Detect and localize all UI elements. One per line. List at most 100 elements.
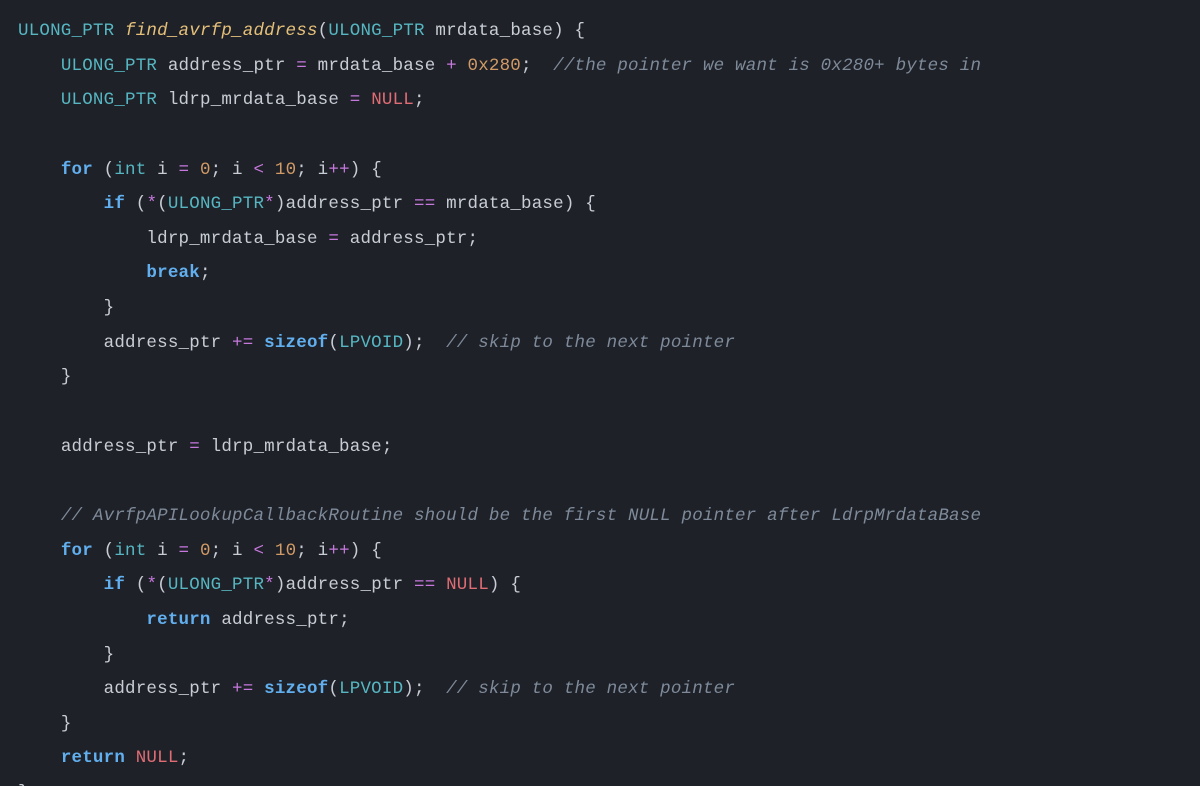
code-token: ;	[200, 263, 211, 283]
indent	[18, 437, 61, 457]
code-token: NULL	[446, 575, 489, 595]
indent	[18, 56, 61, 76]
indent	[18, 748, 61, 768]
code-line: return NULL;	[18, 748, 189, 768]
code-token: ==	[414, 575, 435, 595]
code-token: )	[275, 575, 286, 595]
code-token: ULONG_PTR	[61, 56, 157, 76]
code-token: ;	[382, 437, 393, 457]
code-snippet: ULONG_PTR find_avrfp_address(ULONG_PTR m…	[0, 0, 1200, 786]
code-token: address_ptr	[286, 194, 414, 214]
indent	[18, 541, 61, 561]
indent	[18, 610, 146, 630]
code-token: ;	[179, 748, 190, 768]
code-token: ++	[328, 541, 349, 561]
code-token: +=	[232, 333, 253, 353]
code-token: return	[146, 610, 210, 630]
code-token: =	[189, 437, 200, 457]
code-line: return address_ptr;	[18, 610, 350, 630]
code-token	[264, 160, 275, 180]
code-token: ULONG_PTR	[168, 194, 264, 214]
indent	[18, 367, 61, 387]
code-token: )	[403, 333, 414, 353]
code-line: }	[18, 714, 72, 734]
code-token: {	[361, 541, 382, 561]
code-line: if (*(ULONG_PTR*)address_ptr == NULL) {	[18, 575, 521, 595]
code-token: 10	[275, 160, 296, 180]
indent	[18, 160, 61, 180]
code-token: ;	[467, 229, 478, 249]
code-token: i	[307, 541, 328, 561]
code-token: +=	[232, 679, 253, 699]
indent	[18, 645, 104, 665]
indent	[18, 679, 104, 699]
code-token: ldrp_mrdata_base	[157, 90, 350, 110]
code-token: ;	[414, 679, 425, 699]
code-token: return	[61, 748, 125, 768]
code-token: )	[350, 541, 361, 561]
indent	[18, 714, 61, 734]
code-token	[457, 56, 468, 76]
code-token: (	[157, 194, 168, 214]
code-token: mrdata_base	[435, 194, 563, 214]
code-token: NULL	[371, 90, 414, 110]
code-token: (	[93, 541, 114, 561]
code-token: ULONG_PTR	[328, 21, 424, 41]
indent	[18, 90, 61, 110]
code-token: find_avrfp_address	[125, 21, 318, 41]
code-token: (	[93, 160, 114, 180]
code-token: // skip to the next pointer	[446, 679, 735, 699]
code-line: ldrp_mrdata_base = address_ptr;	[18, 229, 478, 249]
code-token: i	[146, 160, 178, 180]
indent	[18, 333, 104, 353]
code-token: =	[350, 90, 361, 110]
code-token: NULL	[136, 748, 179, 768]
code-token: mrdata_base	[425, 21, 553, 41]
indent	[18, 263, 146, 283]
code-token	[253, 333, 264, 353]
code-token: *	[264, 194, 275, 214]
code-token: ;	[211, 541, 222, 561]
code-line: address_ptr += sizeof(LPVOID); // skip t…	[18, 679, 735, 699]
code-token: (	[157, 575, 168, 595]
code-token: LPVOID	[339, 333, 403, 353]
code-token: *	[146, 575, 157, 595]
code-token: // skip to the next pointer	[446, 333, 735, 353]
code-token: =	[328, 229, 339, 249]
code-token: ldrp_mrdata_base	[200, 437, 382, 457]
code-token: 0	[200, 160, 211, 180]
code-line: }	[18, 367, 72, 387]
code-token	[425, 333, 446, 353]
code-token: i	[307, 160, 328, 180]
code-token: address_ptr	[104, 679, 232, 699]
code-line: for (int i = 0; i < 10; i++) {	[18, 160, 382, 180]
code-token: )	[275, 194, 286, 214]
code-token: break	[146, 263, 200, 283]
code-token: }	[104, 298, 115, 318]
code-token: {	[575, 194, 596, 214]
code-token: address_ptr	[61, 437, 189, 457]
code-token: )	[489, 575, 500, 595]
code-token: *	[146, 194, 157, 214]
code-token: address_ptr	[211, 610, 339, 630]
code-token: int	[114, 160, 146, 180]
code-token: ;	[414, 90, 425, 110]
code-token: ==	[414, 194, 435, 214]
code-token: )	[564, 194, 575, 214]
code-token	[360, 90, 371, 110]
code-token: i	[221, 541, 253, 561]
code-line: address_ptr = ldrp_mrdata_base;	[18, 437, 393, 457]
code-token: ;	[296, 160, 307, 180]
code-token: (	[328, 333, 339, 353]
code-token: ULONG_PTR	[168, 575, 264, 595]
code-token: ;	[414, 333, 425, 353]
code-token	[425, 679, 446, 699]
code-token: <	[253, 160, 264, 180]
code-token	[532, 56, 553, 76]
code-token: =	[179, 541, 190, 561]
indent	[18, 229, 146, 249]
code-line: break;	[18, 263, 211, 283]
code-token: }	[104, 645, 115, 665]
code-token: 0	[200, 541, 211, 561]
code-token: }	[61, 714, 72, 734]
